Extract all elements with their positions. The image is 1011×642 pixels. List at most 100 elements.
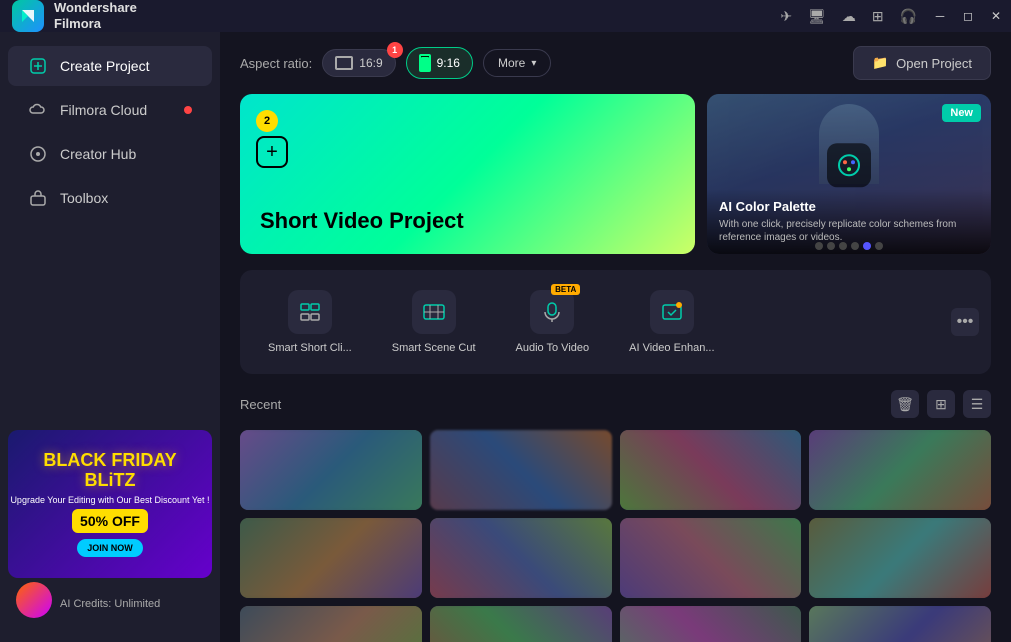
trash-icon: 🗑 [896,396,914,413]
promo-headline: BLACK FRIDAY BLiTZ [43,451,176,491]
media-thumb-8[interactable] [809,518,991,598]
ratio-16-9-label: 16:9 [359,56,382,70]
media-thumb-5[interactable] [240,518,422,598]
toolbox-icon [28,188,48,208]
media-thumb-9[interactable] [240,606,422,642]
open-project-button[interactable]: 📁 Open Project [853,46,991,80]
ratio-9-16-button[interactable]: 9:16 [406,47,473,79]
sidebar-item-filmora-cloud[interactable]: Filmora Cloud [8,90,212,130]
beta-badge: BETA [551,284,580,295]
promo-sub: Upgrade Your Editing with Our Best Disco… [10,495,209,505]
content-scroll: 2 + Short Video Project New [220,94,1011,642]
smart-short-clip-label: Smart Short Cli... [268,342,352,354]
sidebar-item-toolbox[interactable]: Toolbox [8,178,212,218]
tools-row: Smart Short Cli... Smart Scene Cut [240,270,991,374]
tool-smart-short-clip[interactable]: Smart Short Cli... [252,282,368,362]
tool-audio-to-video[interactable]: BETA Audio To Video [500,282,606,362]
add-project-icon: + [256,136,288,168]
media-thumb-3[interactable] [620,430,802,510]
new-badge: New [942,104,981,122]
ellipsis-icon: ••• [957,313,974,331]
card-badge-2: 2 [256,110,278,132]
promo-join-button[interactable]: JOIN NOW [77,539,143,557]
short-video-project-card[interactable]: 2 + Short Video Project [240,94,695,254]
minimize-button[interactable]: ─ [933,9,947,23]
avatar [16,582,52,618]
grid-icon[interactable]: ⊞ [872,8,884,25]
close-button[interactable]: ✕ [989,9,1003,23]
media-thumb-1[interactable] [240,430,422,510]
recent-actions: 🗑 ⊞ ☰ [891,390,991,418]
sidebar-label-toolbox: Toolbox [60,190,108,206]
more-label: More [498,56,525,70]
media-thumb-2[interactable] [430,430,612,510]
list-view-button[interactable]: ☰ [963,390,991,418]
media-thumb-11[interactable] [620,606,802,642]
audio-to-video-label: Audio To Video [516,342,590,354]
smart-short-clip-icon [288,290,332,334]
media-thumb-4[interactable] [809,430,991,510]
app-branding: Wondershare Filmora [0,0,137,32]
titlebar: Wondershare Filmora ✈ 🖥 ☁ ⊞ 🎧 ─ ◻ ✕ [0,0,1011,32]
ai-video-enhance-label: AI Video Enhan... [629,342,714,354]
app-logo [12,0,44,32]
promo-banner[interactable]: BLACK FRIDAY BLiTZ Upgrade Your Editing … [8,430,212,578]
ai-color-palette-icon [827,143,871,187]
ratio-9-16-icon [419,54,431,72]
maximize-button[interactable]: ◻ [961,9,975,23]
chevron-down-icon: ▾ [531,58,536,69]
monitor-icon[interactable]: 🖥 [808,8,826,25]
open-project-label: Open Project [896,56,972,71]
tool-ai-video-enhance[interactable]: AI Video Enhan... [613,282,730,362]
media-thumb-12[interactable] [809,606,991,642]
ratio-16-9-icon [335,56,353,70]
content-area: Aspect ratio: 16:9 1 9:16 More ▾ [220,32,1011,642]
ai-video-enhance-icon [650,290,694,334]
audio-to-video-icon: BETA [530,290,574,334]
ai-card-title: AI Color Palette [719,199,979,214]
topbar: Aspect ratio: 16:9 1 9:16 More ▾ [220,32,1011,94]
cloud-upload-icon[interactable]: ☁ [842,8,856,25]
headset-icon[interactable]: 🎧 [900,8,917,25]
recent-header: Recent 🗑 ⊞ ☰ [240,390,991,418]
notification-dot [184,106,192,114]
aspect-ratio-section: Aspect ratio: 16:9 1 9:16 More ▾ [240,47,551,79]
recent-title: Recent [240,397,281,412]
sidebar-label-creator-hub: Creator Hub [60,146,136,162]
media-thumb-6[interactable] [430,518,612,598]
dot-1 [815,242,823,250]
more-tools-button[interactable]: ••• [951,308,979,336]
sidebar-bottom: BLACK FRIDAY BLiTZ Upgrade Your Editing … [0,422,220,630]
compass-icon [28,144,48,164]
delete-button[interactable]: 🗑 [891,390,919,418]
aspect-ratio-label: Aspect ratio: [240,56,312,71]
ai-color-palette-card[interactable]: New AI Color Palette With one [707,94,991,254]
dot-2 [827,242,835,250]
folder-icon: 📁 [872,55,888,71]
smart-scene-cut-label: Smart Scene Cut [392,342,476,354]
window-controls: ─ ◻ ✕ [933,9,1003,23]
sidebar-label-filmora-cloud: Filmora Cloud [60,102,147,118]
more-ratios-button[interactable]: More ▾ [483,49,551,77]
dot-5 [863,242,871,250]
promo-badge: 50% OFF [72,509,148,533]
feature-row: 2 + Short Video Project New [240,94,991,254]
media-thumb-10[interactable] [430,606,612,642]
carousel-dots [707,238,991,250]
ratio-16-9-button[interactable]: 16:9 1 [322,49,395,77]
media-grid [240,430,991,642]
app-name: Wondershare Filmora [54,0,137,31]
share-icon[interactable]: ✈ [780,8,792,25]
main-layout: Create Project Filmora Cloud Creator Hub [0,32,1011,642]
sidebar-item-creator-hub[interactable]: Creator Hub [8,134,212,174]
sidebar-item-create-project[interactable]: Create Project [8,46,212,86]
ai-credits-label: AI Credits: Unlimited [60,598,160,610]
tool-smart-scene-cut[interactable]: Smart Scene Cut [376,282,492,362]
media-thumb-7[interactable] [620,518,802,598]
plus-circle-icon [28,56,48,76]
list-icon: ☰ [971,396,984,413]
smart-scene-cut-icon [412,290,456,334]
dot-3 [839,242,847,250]
dot-4 [851,242,859,250]
grid-view-button[interactable]: ⊞ [927,390,955,418]
